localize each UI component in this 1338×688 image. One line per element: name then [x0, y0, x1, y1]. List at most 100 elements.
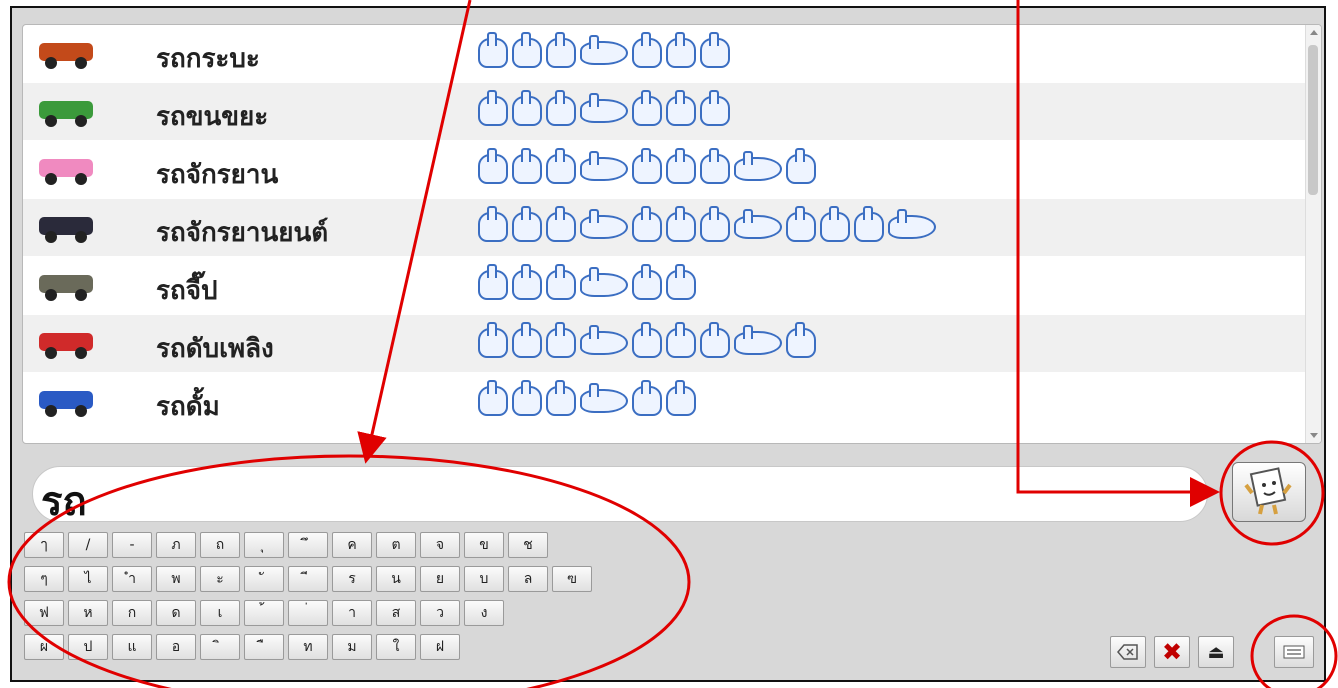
scroll-thumb[interactable]: [1308, 45, 1318, 195]
keyboard-key[interactable]: ล: [508, 566, 548, 592]
keyboard-key[interactable]: ภ: [156, 532, 196, 558]
hand-sign-icon: [666, 206, 696, 242]
keyboard-key[interactable]: ี: [288, 566, 328, 592]
vocabulary-word: รถจักรยานยนต์: [156, 218, 329, 248]
keyboard-key[interactable]: อ: [156, 634, 196, 660]
keyboard-key[interactable]: เ: [200, 600, 240, 626]
keyboard-key[interactable]: ่: [288, 600, 328, 626]
keyboard-key[interactable]: -: [112, 532, 152, 558]
hand-sign-icon: [478, 264, 508, 300]
keyboard-key[interactable]: ต: [376, 532, 416, 558]
scroll-down-icon[interactable]: [1310, 433, 1318, 438]
keyboard-key[interactable]: ๆ: [24, 566, 64, 592]
hand-sign-icon: [786, 148, 816, 184]
keyboard-key[interactable]: ถ: [200, 532, 240, 558]
keyboard-key[interactable]: ึ: [288, 532, 328, 558]
keyboard-key[interactable]: ว: [420, 600, 460, 626]
search-input[interactable]: รถ: [32, 466, 1208, 525]
hand-sign-icon: [666, 322, 696, 358]
vocabulary-row[interactable]: รถจี๊ป: [23, 257, 1307, 314]
hand-sign-icon: [700, 148, 730, 184]
keyboard-key[interactable]: ๅ: [24, 532, 64, 558]
keyboard-key[interactable]: ั: [244, 566, 284, 592]
fingerspelling-signs: [478, 322, 816, 363]
keyboard-key[interactable]: ะ: [200, 566, 240, 592]
keyboard-key[interactable]: ิ: [200, 634, 240, 660]
vocabulary-row[interactable]: รถจักรยาน: [23, 141, 1307, 198]
keyboard-key[interactable]: ท: [288, 634, 328, 660]
keyboard-key[interactable]: ผ: [24, 634, 64, 660]
keyboard-key[interactable]: ก: [112, 600, 152, 626]
search-input-value: รถ: [41, 479, 87, 525]
keyboard-key[interactable]: า: [332, 600, 372, 626]
keyboard-key[interactable]: พ: [156, 566, 196, 592]
keyboard-key[interactable]: ส: [376, 600, 416, 626]
hand-sign-icon: [580, 325, 628, 355]
hand-sign-icon: [734, 325, 782, 355]
hand-sign-icon: [580, 209, 628, 239]
vocabulary-word: รถจี๊ป: [156, 276, 218, 306]
keyboard-key[interactable]: ร: [332, 566, 372, 592]
vocabulary-row[interactable]: รถกระบะ: [23, 25, 1307, 82]
garbage-truck-photo: [33, 89, 99, 133]
hand-sign-icon: [546, 322, 576, 358]
vocabulary-row[interactable]: รถจักรยานยนต์: [23, 199, 1307, 256]
keyboard-key[interactable]: ด: [156, 600, 196, 626]
vocabulary-row[interactable]: รถดับเพลิง: [23, 315, 1307, 372]
hand-sign-icon: [666, 264, 696, 300]
keyboard-key[interactable]: ช: [508, 532, 548, 558]
keyboard-key[interactable]: ำ: [112, 566, 152, 592]
scroll-up-icon[interactable]: [1310, 30, 1318, 35]
backspace-button[interactable]: [1110, 636, 1146, 668]
keyboard-key[interactable]: ใ: [376, 634, 416, 660]
translate-button[interactable]: [1232, 462, 1306, 522]
vocabulary-word: รถขนขยะ: [156, 102, 269, 132]
vocabulary-row[interactable]: รถดั้ม: [23, 373, 1307, 430]
keyboard-key[interactable]: ้: [244, 600, 284, 626]
vocabulary-list[interactable]: รถกระบะรถขนขยะรถจักรยานรถจักรยานยนต์รถจี…: [22, 24, 1322, 444]
eject-button[interactable]: ⏏: [1198, 636, 1234, 668]
bicycle-photo: [33, 147, 99, 191]
fingerspelling-signs: [478, 380, 696, 421]
keyboard-key[interactable]: ุ: [244, 532, 284, 558]
keyboard-key[interactable]: แ: [112, 634, 152, 660]
hand-sign-icon: [632, 380, 662, 416]
hand-sign-icon: [580, 267, 628, 297]
hand-sign-icon: [666, 380, 696, 416]
hand-sign-icon: [580, 383, 628, 413]
hand-sign-icon: [546, 264, 576, 300]
keyboard-key[interactable]: ค: [332, 532, 372, 558]
keyboard-key[interactable]: ฟ: [24, 600, 64, 626]
hand-sign-icon: [632, 32, 662, 68]
clear-button[interactable]: ✖: [1154, 636, 1190, 668]
keyboard-key[interactable]: ื: [244, 634, 284, 660]
hand-sign-icon: [632, 206, 662, 242]
hand-sign-icon: [888, 209, 936, 239]
hand-sign-icon: [580, 151, 628, 181]
list-scrollbar[interactable]: [1305, 25, 1321, 443]
keyboard-key[interactable]: ห: [68, 600, 108, 626]
vocabulary-word: รถดั้ม: [156, 392, 220, 422]
keyboard-key[interactable]: ฝ: [420, 634, 460, 660]
hand-sign-icon: [666, 90, 696, 126]
vocabulary-word: รถจักรยาน: [156, 160, 279, 190]
keyboard-key[interactable]: ม: [332, 634, 372, 660]
keyboard-key[interactable]: จ: [420, 532, 460, 558]
pickup-truck-photo: [33, 31, 99, 75]
hand-sign-icon: [700, 90, 730, 126]
keyboard-toggle-button[interactable]: [1274, 636, 1314, 668]
hand-sign-icon: [546, 32, 576, 68]
keyboard-key[interactable]: ง: [464, 600, 504, 626]
hand-sign-icon: [546, 90, 576, 126]
keyboard-key[interactable]: ป: [68, 634, 108, 660]
keyboard-key[interactable]: บ: [464, 566, 504, 592]
keyboard-key[interactable]: ย: [420, 566, 460, 592]
keyboard-key[interactable]: ไ: [68, 566, 108, 592]
keyboard-key[interactable]: /: [68, 532, 108, 558]
hand-sign-icon: [700, 206, 730, 242]
fire-truck-photo: [33, 321, 99, 365]
keyboard-key[interactable]: น: [376, 566, 416, 592]
keyboard-key[interactable]: ฃ: [552, 566, 592, 592]
vocabulary-row[interactable]: รถขนขยะ: [23, 83, 1307, 140]
keyboard-key[interactable]: ข: [464, 532, 504, 558]
